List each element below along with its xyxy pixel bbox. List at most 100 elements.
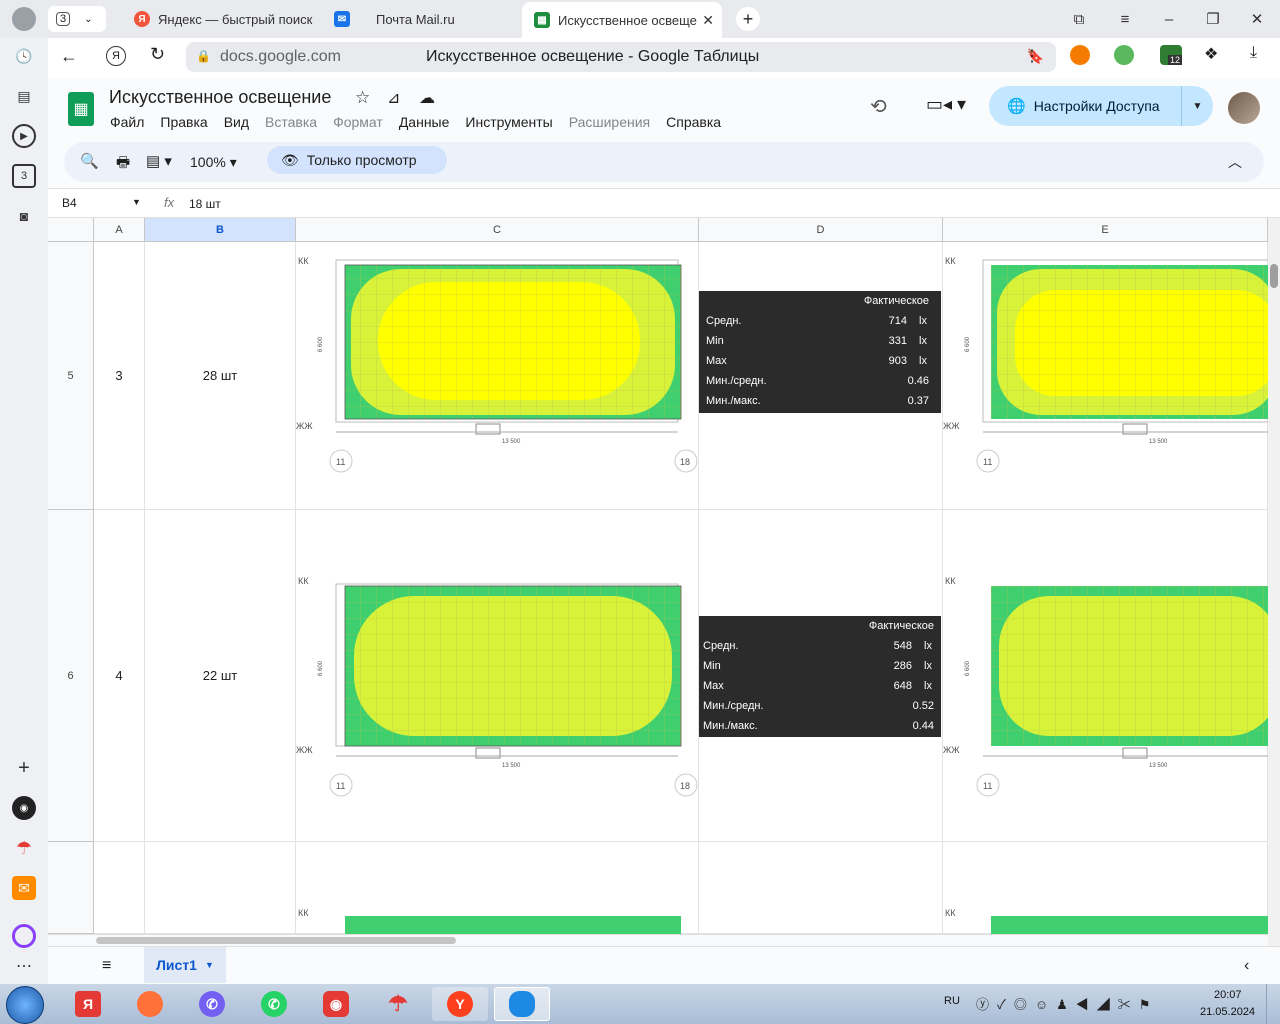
name-box[interactable]: B4 <box>62 196 77 210</box>
collections-icon[interactable]: ⧉ <box>1068 8 1090 30</box>
close-tab-icon[interactable]: ✕ <box>702 12 714 29</box>
row-header[interactable]: 5 <box>48 242 94 510</box>
sheet-tab[interactable]: Лист1 ▼ <box>144 947 226 983</box>
taskbar-app[interactable]: ◉ <box>308 987 364 1021</box>
tab-counter-button[interactable]: 3 ⌄ <box>48 6 106 32</box>
taskbar-whatsapp[interactable]: ✆ <box>246 987 302 1021</box>
col-header-d[interactable]: D <box>699 218 943 242</box>
tab-sheets[interactable]: ▦ Искусственное освеще ✕ <box>522 2 722 38</box>
view-only-chip[interactable]: 👁 Только просмотр <box>267 146 447 174</box>
tabs-count-icon[interactable]: 3 <box>12 164 36 188</box>
menu-tools[interactable]: Инструменты <box>465 114 552 130</box>
menu-insert[interactable]: Вставка <box>265 114 317 130</box>
col-header-c[interactable]: C <box>296 218 699 242</box>
tab-yandex[interactable]: Я Яндекс — быстрый поиск <box>126 4 316 34</box>
tray-icons[interactable]: ⓨ✓◎☺♟◀◢✂⚑ <box>976 994 1158 1013</box>
meet-icon[interactable]: ▭◂ ▾ <box>926 94 966 115</box>
restore-icon[interactable]: ❐ <box>1202 8 1224 30</box>
show-desktop-button[interactable] <box>1266 984 1280 1024</box>
history-icon[interactable]: ⟲ <box>870 94 887 119</box>
add-icon[interactable]: + <box>12 756 36 780</box>
row-header[interactable]: 6 <box>48 510 94 842</box>
extension-3-icon[interactable]: 12 <box>1160 45 1182 65</box>
start-button[interactable] <box>6 986 44 1024</box>
select-all-corner[interactable] <box>48 218 94 242</box>
col-header-a[interactable]: A <box>94 218 145 242</box>
avatar[interactable] <box>1228 92 1260 124</box>
taskbar-umbrella[interactable]: ☂ <box>370 987 426 1021</box>
reload-icon[interactable]: ↻ <box>150 44 165 65</box>
zoom-select[interactable]: 100% ▾ <box>190 154 237 171</box>
taskbar-yandex-browser[interactable]: Я <box>60 987 116 1021</box>
sheets-logo-icon[interactable]: ▦ <box>68 92 94 126</box>
table-cell-a[interactable]: 4 <box>94 510 145 842</box>
more-icon[interactable]: ⋯ <box>12 954 36 978</box>
doc-title[interactable]: Искусственное освещение <box>109 87 331 108</box>
yandex-home-icon[interactable]: Я <box>106 46 126 66</box>
table-cell-a[interactable] <box>94 842 145 934</box>
paint-format-icon[interactable]: ▤ ▾ <box>146 152 172 170</box>
name-box-dropdown-icon[interactable]: ▼ <box>132 197 141 207</box>
table-cell-a[interactable]: 3 <box>94 242 145 510</box>
table-cell-d[interactable] <box>699 842 943 934</box>
taskbar-viber[interactable]: ✆ <box>184 987 240 1021</box>
col-header-b[interactable]: B <box>145 218 296 242</box>
print-icon[interactable]: 🖶 <box>116 152 130 177</box>
tab-mail[interactable]: ✉ Почта Mail.ru <box>326 4 516 34</box>
extension-2-icon[interactable] <box>1114 45 1134 65</box>
more-vert-icon[interactable]: ⋮ <box>1024 46 1040 66</box>
language-indicator[interactable]: RU <box>944 995 960 1007</box>
address-bar[interactable]: 🔒 docs.google.com Искусственное освещени… <box>186 42 1056 72</box>
minimize-icon[interactable]: – <box>1158 8 1180 30</box>
menu-help[interactable]: Справка <box>666 114 721 130</box>
star-icon[interactable]: ☆ <box>355 88 370 108</box>
share-dropdown-icon[interactable]: ▼ <box>1181 86 1213 126</box>
vertical-scrollbar[interactable] <box>1268 218 1280 946</box>
chevron-up-icon[interactable]: ︿ <box>1228 152 1242 172</box>
lighting-plan-image: КК <box>945 908 1268 934</box>
collapse-sidebar-icon[interactable]: ‹ <box>1244 957 1249 975</box>
taskbar-yandex[interactable]: Y <box>432 987 488 1021</box>
table-cell-b[interactable] <box>145 842 296 934</box>
taskbar-active-app[interactable] <box>494 987 550 1021</box>
col-header-e[interactable]: E <box>943 218 1268 242</box>
menu-file[interactable]: Файл <box>110 114 144 130</box>
extension-4-icon[interactable]: ❖ <box>1204 44 1218 64</box>
umbrella-icon[interactable]: ☂ <box>12 836 36 860</box>
table-cell-b[interactable]: 22 шт <box>145 510 296 842</box>
menu-extensions[interactable]: Расширения <box>569 114 650 130</box>
table-cell-b[interactable]: 28 шт <box>145 242 296 510</box>
alice-ring-icon[interactable] <box>12 924 36 948</box>
taskbar-firefox[interactable] <box>122 987 178 1021</box>
all-sheets-icon[interactable]: ≡ <box>102 957 111 975</box>
menu-icon[interactable]: ≡ <box>1114 8 1136 30</box>
new-tab-button[interactable]: + <box>736 7 760 31</box>
extension-1-icon[interactable] <box>1070 45 1090 65</box>
camera-icon[interactable]: ◙ <box>12 204 36 228</box>
horizontal-scrollbar[interactable] <box>48 934 1268 946</box>
search-icon[interactable]: 🔍 <box>80 152 99 170</box>
stats-value: 0.52 <box>912 700 934 712</box>
play-icon[interactable]: ▶ <box>12 124 36 148</box>
share-button[interactable]: 🌐 Настройки Доступа ▼ <box>989 86 1213 126</box>
formula-input[interactable]: 18 шт <box>189 197 221 211</box>
clock-date[interactable]: 21.05.2024 <box>1200 1006 1255 1018</box>
row-header[interactable] <box>48 842 94 934</box>
back-icon[interactable]: ← <box>60 46 78 67</box>
horizontal-scroll-thumb[interactable] <box>96 937 456 944</box>
history-icon[interactable]: 🕓 <box>12 44 36 68</box>
mail-sidebar-icon[interactable]: ✉ <box>12 876 36 900</box>
vertical-scroll-thumb[interactable] <box>1270 264 1278 288</box>
alice-icon[interactable]: ◉ <box>12 796 36 820</box>
profile-icon[interactable] <box>12 7 36 31</box>
close-window-icon[interactable]: ✕ <box>1246 8 1268 30</box>
menu-edit[interactable]: Правка <box>160 114 207 130</box>
menu-format[interactable]: Формат <box>333 114 383 130</box>
notes-icon[interactable]: ▤ <box>12 84 36 108</box>
menu-data[interactable]: Данные <box>399 114 450 130</box>
cloud-status-icon[interactable]: ☁ <box>419 88 435 108</box>
menu-view[interactable]: Вид <box>224 114 249 130</box>
download-icon[interactable]: ⤓ <box>1250 44 1257 62</box>
move-drive-icon[interactable]: ⊿ <box>387 88 400 108</box>
clock-time[interactable]: 20:07 <box>1214 989 1242 1001</box>
